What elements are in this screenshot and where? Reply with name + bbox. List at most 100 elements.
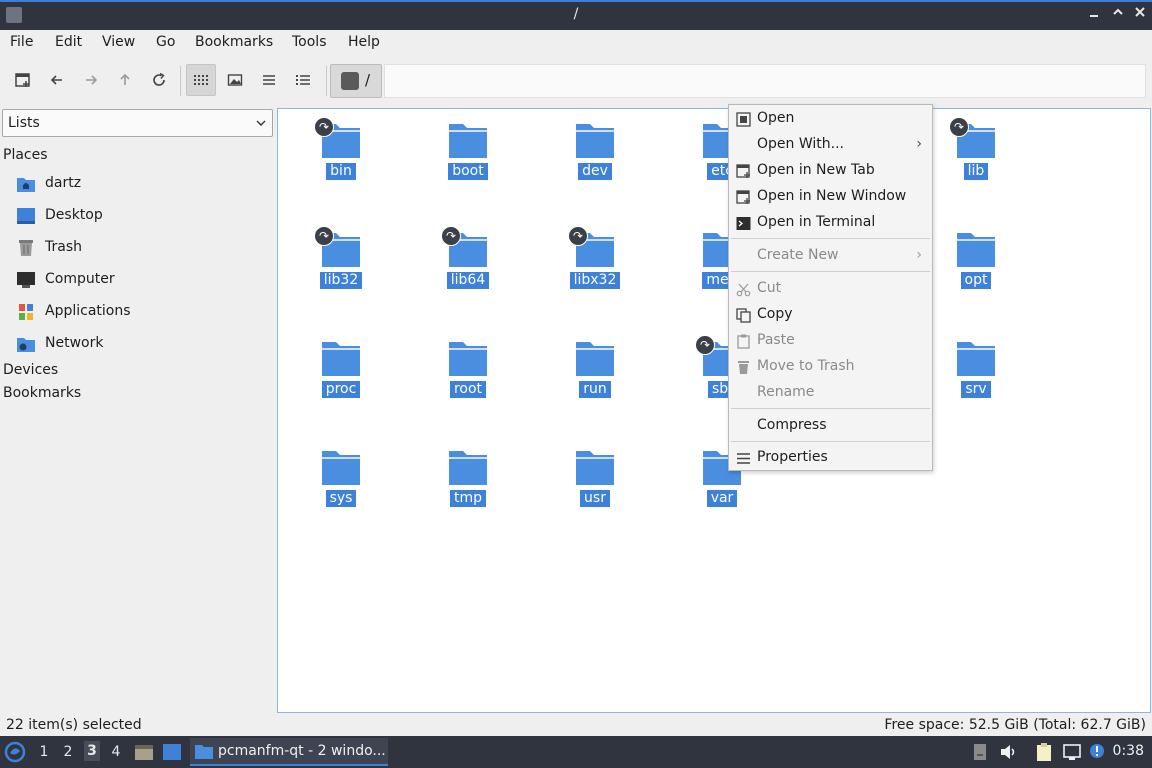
menu-item-properties[interactable]: Properties [729,445,932,471]
start-menu-icon[interactable] [4,741,26,763]
menu-item-compress[interactable]: Compress [729,413,932,439]
sidebar-item-dartz[interactable]: dartz [16,173,266,195]
file-item-lib64[interactable]: ↷ lib64 [418,220,518,320]
trash-icon [19,240,33,256]
menu-item-rename[interactable]: Rename [729,380,932,406]
file-name: proc [321,381,361,398]
file-view[interactable]: ↷ bin boot dev etc ↷ lib ↷ lib32 ↷ lib64 ↷ libx32 med… [277,108,1151,713]
file-item-srv[interactable]: srv [926,329,1026,429]
menu-go[interactable]: Go [156,34,175,50]
menu-item-open-terminal[interactable]: Open in Terminal [729,210,932,236]
new-window-icon [736,190,750,204]
menu-item-open-new-tab[interactable]: Open in New Tab [729,158,932,184]
compact-view-button[interactable] [254,64,284,96]
network-icon [17,338,35,352]
network-status-icon[interactable] [1062,742,1082,762]
devices-header[interactable]: Devices [3,362,58,378]
bookmarks-header[interactable]: Bookmarks [3,385,81,401]
sidebar-item-desktop[interactable]: Desktop [16,205,266,227]
chevron-right-icon: › [916,247,922,263]
forward-button[interactable] [76,64,106,96]
file-item-sys[interactable]: sys [291,438,391,538]
detailed-view-button[interactable] [288,64,318,96]
menu-item-create-new[interactable]: Create New › [729,243,932,269]
file-item-root[interactable]: root [418,329,518,429]
workspace-3[interactable]: 3 [84,741,100,761]
arrow-left-icon [50,75,62,85]
menu-divider [731,238,930,239]
file-item-tmp[interactable]: tmp [418,438,518,538]
file-manager-launcher-icon[interactable] [134,742,154,762]
open-icon [736,112,751,127]
file-item-lib32[interactable]: ↷ lib32 [291,220,391,320]
symlink-icon: ↷ [314,117,334,137]
new-tab-button[interactable] [8,64,38,96]
path-bar: / [330,64,382,98]
reload-button[interactable] [144,64,174,96]
back-button[interactable] [42,64,72,96]
toolbar-separator [326,66,327,96]
sidebar-item-label: Computer [45,271,115,287]
menu-item-paste[interactable]: Paste [729,328,932,354]
notification-icon[interactable] [1088,742,1108,762]
menu-item-copy[interactable]: Copy [729,302,932,328]
chevron-right-icon: › [916,136,922,152]
file-item-libx32[interactable]: ↷ libx32 [545,220,645,320]
sidebar-mode-select[interactable]: Lists [2,109,273,137]
menu-item-label: Open in New Tab [757,162,875,178]
menu-item-open[interactable]: Open [729,106,932,132]
maximize-icon[interactable] [1108,5,1128,25]
menu-item-move-to-trash[interactable]: Move to Trash [729,354,932,380]
file-item-bin[interactable]: ↷ bin [291,111,391,211]
workspace-2[interactable]: 2 [60,744,76,760]
menu-tools[interactable]: Tools [292,34,327,50]
file-item-usr[interactable]: usr [545,438,645,538]
menu-item-open-new-window[interactable]: Open in New Window [729,184,932,210]
file-item-boot[interactable]: boot [418,111,518,211]
workspace-4[interactable]: 4 [108,744,124,760]
file-item-dev[interactable]: dev [545,111,645,211]
close-icon[interactable] [1130,5,1150,25]
icon-view-button[interactable] [186,64,216,96]
clipboard-icon[interactable] [1034,742,1054,762]
taskbar: 1 2 3 4 pcmanfm-qt - 2 windo... 0:38 [0,736,1152,768]
sidebar-item-trash[interactable]: Trash [16,237,266,259]
menu-bookmarks[interactable]: Bookmarks [195,34,273,50]
file-item-opt[interactable]: opt [926,220,1026,320]
file-name: opt [960,272,992,289]
menu-edit[interactable]: Edit [55,34,82,50]
root-drive-icon[interactable] [341,72,359,90]
minimize-icon[interactable] [1084,5,1104,25]
menu-item-cut[interactable]: Cut [729,276,932,302]
menu-view[interactable]: View [102,34,135,50]
path-segment-root[interactable]: / [365,71,370,89]
file-item-lib[interactable]: ↷ lib [926,111,1026,211]
file-name: run [579,381,611,398]
workspace-1[interactable]: 1 [36,744,52,760]
file-item-run[interactable]: run [545,329,645,429]
scissors-icon [736,283,751,297]
menu-item-open-with[interactable]: Open With... › [729,132,932,158]
folder-icon [576,451,614,485]
show-desktop-icon[interactable] [162,742,182,762]
folder-icon [449,451,487,485]
folder-icon [957,342,995,376]
file-item-proc[interactable]: proc [291,329,391,429]
sidebar-item-computer[interactable]: Computer [16,269,266,291]
sidebar-item-applications[interactable]: Applications [16,301,266,323]
sidebar-item-network[interactable]: Network [16,333,266,355]
file-name: sys [325,490,357,507]
places-header[interactable]: Places [3,147,48,163]
volume-icon[interactable] [998,742,1018,762]
clock[interactable]: 0:38 [1113,743,1144,759]
new-tab-icon [15,73,30,87]
up-button[interactable] [110,64,140,96]
folder-icon [322,342,360,376]
sidebar: Lists Places dartz Desktop Trash Compute… [0,106,276,712]
thumbnail-view-button[interactable] [220,64,250,96]
menu-file[interactable]: File [10,34,33,50]
menu-help[interactable]: Help [348,34,380,50]
removable-drive-icon[interactable] [970,742,990,762]
taskbar-task-pcmanfm[interactable]: pcmanfm-qt - 2 windo... [190,738,388,766]
symlink-icon: ↷ [949,117,969,137]
